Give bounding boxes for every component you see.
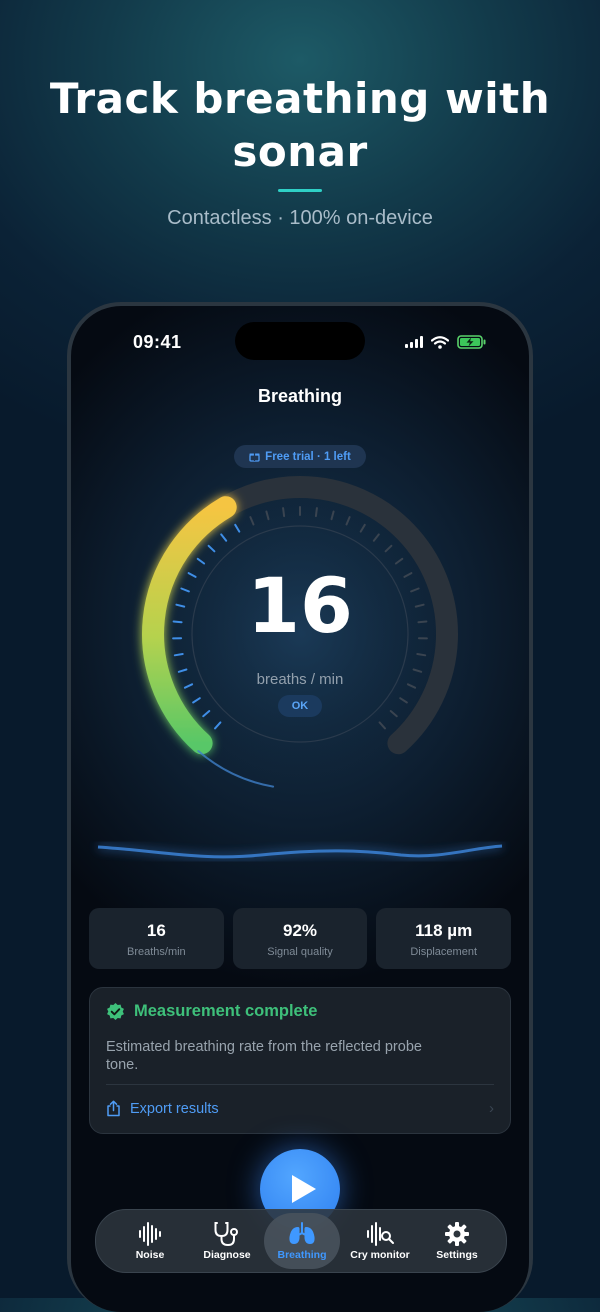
stat-value: 92% — [233, 921, 368, 941]
gauge-tick — [417, 654, 425, 655]
breathing-waveform — [98, 846, 502, 857]
tab-label: Cry monitor — [341, 1249, 419, 1261]
waveform-icon — [137, 1221, 163, 1247]
stat-breaths: 16 Breaths/min — [89, 908, 224, 969]
hero-title-line-1: Track breathing with — [0, 72, 600, 125]
share-icon — [106, 1100, 121, 1117]
stat-label: Signal quality — [233, 946, 368, 958]
play-icon — [292, 1175, 316, 1203]
tab-bar: Noise Diagnose — [95, 1209, 507, 1273]
stat-value: 118 µm — [376, 921, 511, 941]
tab-breathing[interactable]: Breathing — [264, 1213, 340, 1269]
result-title: Measurement complete — [134, 1002, 317, 1021]
breath-rate-unit: breaths / min — [71, 671, 529, 688]
stats-row: 16 Breaths/min 92% Signal quality 118 µm… — [89, 908, 511, 969]
card-divider — [106, 1084, 494, 1085]
stat-value: 16 — [89, 921, 224, 941]
result-header: Measurement complete — [106, 1002, 317, 1021]
stat-label: Breaths/min — [89, 946, 224, 958]
result-description: Estimated breathing rate from the reflec… — [106, 1038, 446, 1074]
gauge-tick — [283, 508, 284, 516]
breath-rate-value: 16 — [71, 566, 529, 646]
tab-label: Settings — [418, 1249, 496, 1261]
tab-diagnose[interactable]: Diagnose — [188, 1210, 266, 1272]
tab-settings[interactable]: Settings — [418, 1210, 496, 1272]
phone-frame: 09:41 Breathing Fr — [67, 302, 533, 1312]
result-card: Measurement complete Estimated breathing… — [89, 987, 511, 1134]
gear-icon — [444, 1221, 470, 1247]
tab-label: Diagnose — [188, 1249, 266, 1261]
tab-noise[interactable]: Noise — [111, 1210, 189, 1272]
tab-label: Noise — [111, 1249, 189, 1261]
hero-title: Track breathing with sonar — [0, 72, 600, 178]
gauge-tick — [316, 508, 317, 516]
status-badge: OK — [278, 695, 322, 717]
export-results-button[interactable]: Export results — [106, 1100, 219, 1117]
gauge-tick — [175, 654, 183, 655]
chevron-right-icon: › — [489, 1100, 494, 1117]
tab-cry-monitor[interactable]: Cry monitor — [341, 1210, 419, 1272]
tab-label: Breathing — [264, 1249, 340, 1261]
stethoscope-icon — [212, 1220, 242, 1248]
stat-label: Displacement — [376, 946, 511, 958]
hero-accent-line — [278, 189, 322, 192]
wave-search-icon — [365, 1221, 395, 1247]
verified-check-icon — [106, 1002, 125, 1021]
lungs-icon — [287, 1221, 317, 1247]
hero-title-line-2: sonar — [0, 125, 600, 178]
export-label: Export results — [130, 1101, 219, 1117]
stat-displacement: 118 µm Displacement — [376, 908, 511, 969]
phone-screen: 09:41 Breathing Fr — [71, 306, 529, 1312]
stat-signal-quality: 92% Signal quality — [233, 908, 368, 969]
hero-subtitle: Contactless · 100% on-device — [0, 207, 600, 230]
